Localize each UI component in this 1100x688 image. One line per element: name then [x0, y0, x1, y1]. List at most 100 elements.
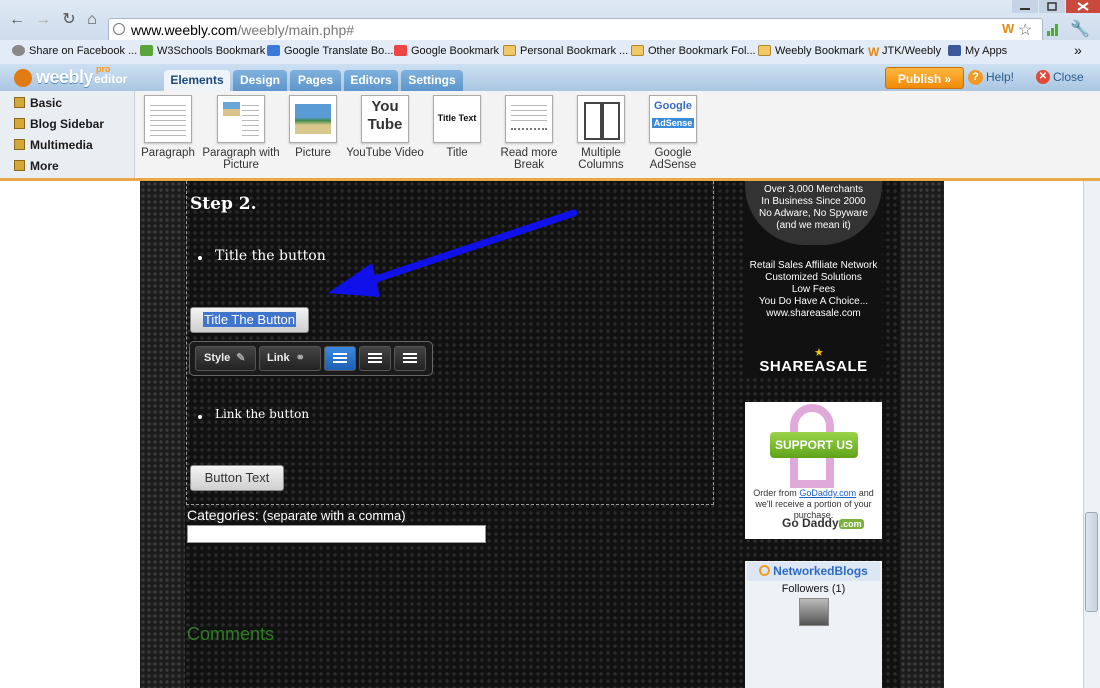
- scrollbar-thumb[interactable]: [1085, 512, 1098, 612]
- paragraph-thumb-icon: [144, 95, 192, 143]
- signal-extension-icon[interactable]: [1046, 22, 1060, 36]
- blue-arrow-annotation: [328, 209, 578, 297]
- weebly-logo-icon: [14, 69, 32, 87]
- bookmark-star-icon[interactable]: ☆: [1018, 20, 1032, 40]
- paint-icon: ✎: [236, 352, 246, 364]
- folder-icon: [14, 118, 25, 129]
- category-blog-sidebar[interactable]: Blog Sidebar: [14, 117, 104, 131]
- weebly-extension-icon[interactable]: W: [1002, 22, 1016, 36]
- tab-editors[interactable]: Editors: [344, 70, 398, 91]
- youtube-thumb-icon: You Tube: [361, 95, 409, 143]
- element-read-more-break[interactable]: Read more Break: [489, 95, 569, 171]
- align-left-icon: [333, 353, 347, 365]
- categories-label: Categories: (separate with a comma): [187, 507, 406, 523]
- title-the-button[interactable]: Title The Button: [190, 307, 309, 333]
- networked-blogs-header[interactable]: NetworkedBlogs: [747, 562, 880, 581]
- godaddy-link[interactable]: GoDaddy.com: [799, 488, 856, 498]
- bookmark-jtk-weebly[interactable]: W JTK/Weebly: [868, 45, 941, 61]
- godaddy-logo: Go Daddy .com: [782, 516, 864, 530]
- folder-icon: [14, 97, 25, 108]
- url-domain: www.weebly.com: [131, 22, 238, 38]
- element-title[interactable]: Title Text Title: [417, 95, 497, 159]
- element-multiple-columns[interactable]: Multiple Columns: [561, 95, 641, 171]
- link-button[interactable]: Link ⚭: [259, 346, 321, 371]
- category-multimedia[interactable]: Multimedia: [14, 138, 93, 152]
- maximize-button: [1039, 0, 1065, 13]
- back-icon[interactable]: ←: [8, 11, 26, 29]
- categories-input[interactable]: [187, 525, 486, 543]
- home-icon[interactable]: ⌂: [83, 11, 101, 29]
- logo-editor: editor: [94, 72, 128, 86]
- adsense-thumb-icon: Google AdSense: [649, 95, 697, 143]
- button-text-button[interactable]: Button Text: [190, 465, 284, 491]
- site-right-border: [900, 181, 944, 688]
- bookmark-my-apps[interactable]: My Apps: [948, 45, 1007, 61]
- element-categories: Basic Blog Sidebar Multimedia More: [0, 91, 135, 178]
- url-path: /weebly/main.php#: [237, 22, 355, 38]
- element-paragraph[interactable]: Paragraph: [128, 95, 208, 159]
- publish-button[interactable]: Publish »: [885, 67, 964, 89]
- folder-icon: [631, 45, 644, 56]
- weebly-icon: W: [868, 45, 880, 59]
- ad-line: Low Fees: [791, 284, 836, 295]
- element-google-adsense[interactable]: Google AdSense Google AdSense: [633, 95, 713, 171]
- site-left-border: [140, 181, 185, 688]
- step-heading[interactable]: Step 2.: [190, 194, 257, 214]
- bookmark-personal-folder[interactable]: Personal Bookmark ...: [503, 45, 628, 61]
- tab-settings[interactable]: Settings: [401, 70, 463, 91]
- ad-line: www.shareasale.com: [766, 308, 861, 319]
- reload-icon[interactable]: ↻: [60, 11, 78, 29]
- paragraph-picture-thumb-icon: [217, 95, 265, 143]
- networked-blogs-icon: [759, 565, 771, 576]
- read-more-thumb-icon: [505, 95, 553, 143]
- help-icon[interactable]: ?: [968, 70, 983, 85]
- window-controls: [1012, 0, 1100, 13]
- bookmark-weebly-folder[interactable]: Weebly Bookmark: [758, 45, 864, 61]
- folder-icon: [14, 160, 25, 171]
- forward-icon[interactable]: →: [34, 11, 52, 29]
- close-icon[interactable]: ✕: [1036, 70, 1050, 84]
- ad-line: Customized Solutions: [765, 272, 862, 283]
- folder-icon: [758, 45, 771, 56]
- followers-count: Followers (1): [781, 583, 846, 595]
- minimize-button: [1012, 0, 1038, 13]
- follower-avatar[interactable]: [799, 598, 829, 626]
- element-youtube-video[interactable]: You Tube YouTube Video: [345, 95, 425, 159]
- close-link[interactable]: Close: [1053, 70, 1084, 84]
- tab-pages[interactable]: Pages: [290, 70, 341, 91]
- more-bookmarks-chevron[interactable]: »: [1074, 42, 1082, 58]
- columns-thumb-icon: [577, 95, 625, 143]
- help-link[interactable]: Help!: [986, 70, 1014, 84]
- address-bar[interactable]: www.weebly.com/weebly/main.php#: [108, 18, 1043, 42]
- style-button[interactable]: Style ✎: [195, 346, 256, 371]
- tab-elements[interactable]: Elements: [164, 70, 230, 91]
- folder-icon: [14, 139, 25, 150]
- selected-button-text[interactable]: Title The Button: [202, 312, 297, 327]
- category-more[interactable]: More: [14, 159, 59, 173]
- weebly-logo: weebly: [36, 67, 94, 87]
- bookmark-w3schools[interactable]: W3Schools Bookmark: [140, 45, 265, 61]
- support-us-button[interactable]: SUPPORT US: [770, 432, 858, 458]
- bookmark-other-folder[interactable]: Other Bookmark Fol...: [631, 45, 756, 61]
- share-icon: [12, 45, 25, 56]
- bookmark-google-translate[interactable]: Google Translate Bo...: [267, 45, 393, 61]
- wrench-icon[interactable]: 🔧: [1070, 19, 1090, 39]
- bookmark-share-facebook[interactable]: Share on Facebook ...: [12, 45, 137, 61]
- link-icon: ⚭: [295, 352, 305, 364]
- button-edit-toolbar: Style ✎ Link ⚭: [189, 341, 433, 376]
- facebook-icon: [948, 45, 961, 56]
- category-basic[interactable]: Basic: [14, 96, 62, 110]
- align-right-button[interactable]: [394, 346, 426, 371]
- align-right-icon: [403, 353, 417, 365]
- element-paragraph-with-picture[interactable]: Paragraph with Picture: [201, 95, 281, 171]
- align-left-button[interactable]: [324, 346, 356, 371]
- tab-design[interactable]: Design: [233, 70, 287, 91]
- bullet-link-the-button[interactable]: Link the button: [197, 407, 309, 421]
- ad-line: In Business Since 2000: [761, 196, 866, 207]
- ad-line: Over 3,000 Merchants: [764, 184, 863, 195]
- element-picture[interactable]: Picture: [273, 95, 353, 159]
- align-center-button[interactable]: [359, 346, 391, 371]
- comments-heading: Comments: [187, 624, 275, 644]
- bookmark-google[interactable]: Google Bookmark: [394, 45, 499, 61]
- bullet-title-the-button[interactable]: Title the button: [198, 248, 326, 264]
